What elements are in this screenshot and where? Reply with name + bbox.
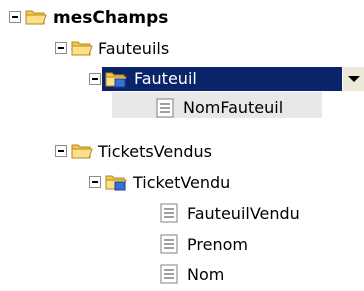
tree-node-fauteuilvendu[interactable]: FauteuilVendu (187, 203, 300, 225)
folder-icon (71, 41, 93, 56)
tree-node-fauteuils[interactable]: Fauteuils (98, 38, 169, 60)
field-icon (160, 264, 178, 284)
tree-node-ticketsvendus[interactable]: TicketsVendus (98, 141, 212, 163)
repeating-group-folder-icon (105, 72, 127, 88)
field-icon (160, 234, 178, 254)
tree-node-prenom[interactable]: Prenom (187, 234, 248, 256)
collapse-toggle-fauteuils[interactable] (55, 42, 67, 54)
tree-node-meschamps[interactable]: mesChamps (53, 7, 168, 29)
folder-icon (71, 144, 93, 159)
collapse-toggle-ticketsvendus[interactable] (55, 145, 67, 157)
tree-node-fauteuil[interactable]: Fauteuil (134, 68, 197, 90)
tree-node-ticketvendu[interactable]: TicketVendu (133, 172, 230, 194)
selected-node-highlight[interactable]: Fauteuil (102, 67, 364, 91)
repeating-group-folder-icon (105, 175, 127, 191)
node-options-dropdown[interactable] (342, 67, 364, 91)
folder-icon (25, 10, 47, 25)
field-icon (156, 98, 174, 118)
collapse-toggle-ticketvendu[interactable] (89, 176, 101, 188)
tree-node-nomfauteuil[interactable]: NomFauteuil (183, 97, 283, 119)
field-icon (160, 203, 178, 223)
tree-node-nom[interactable]: Nom (187, 264, 224, 286)
collapse-toggle-fauteuil[interactable] (89, 73, 101, 85)
collapse-toggle-meschamps[interactable] (9, 11, 21, 23)
